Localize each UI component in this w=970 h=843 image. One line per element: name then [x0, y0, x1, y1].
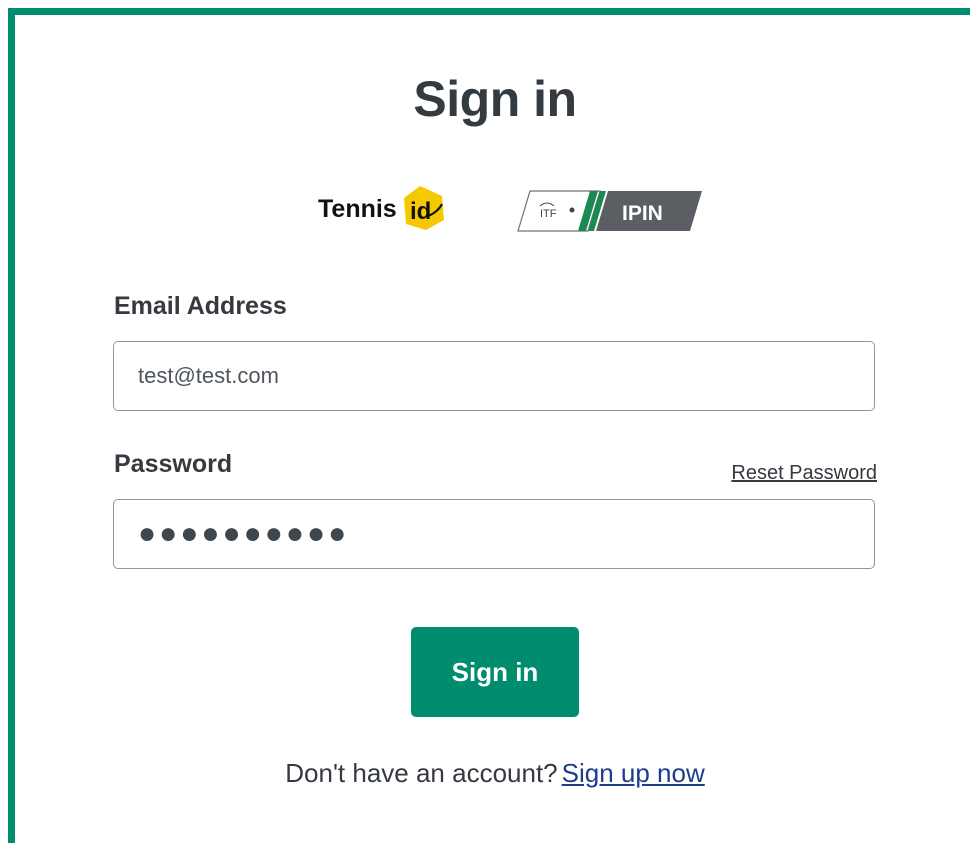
signup-prompt: Don't have an account?: [285, 758, 558, 788]
tennisid-text: Tennis: [318, 195, 397, 223]
frame-top-border: [8, 8, 970, 15]
itf-ipin-logo[interactable]: ITF IPIN: [516, 189, 702, 233]
email-field[interactable]: [113, 341, 875, 411]
frame-left-border: [8, 8, 15, 843]
itf-text: ITF: [540, 208, 557, 220]
ipin-text: IPIN: [622, 202, 663, 225]
itf-dot-icon: [569, 207, 575, 213]
tennisid-logo[interactable]: Tennis id: [316, 184, 456, 232]
email-label: Email Address: [114, 292, 287, 320]
password-field[interactable]: [113, 499, 875, 569]
signup-row: Don't have an account? Sign up now: [0, 758, 970, 789]
sign-in-button[interactable]: Sign in: [411, 627, 579, 717]
page-title: Sign in: [413, 71, 577, 127]
sign-up-link[interactable]: Sign up now: [562, 758, 705, 788]
password-label: Password: [114, 450, 233, 478]
partner-logos: Tennis id ITF IPIN: [312, 180, 712, 240]
reset-password-link[interactable]: Reset Password: [731, 462, 877, 485]
tennisid-badge-text: id: [410, 198, 431, 225]
